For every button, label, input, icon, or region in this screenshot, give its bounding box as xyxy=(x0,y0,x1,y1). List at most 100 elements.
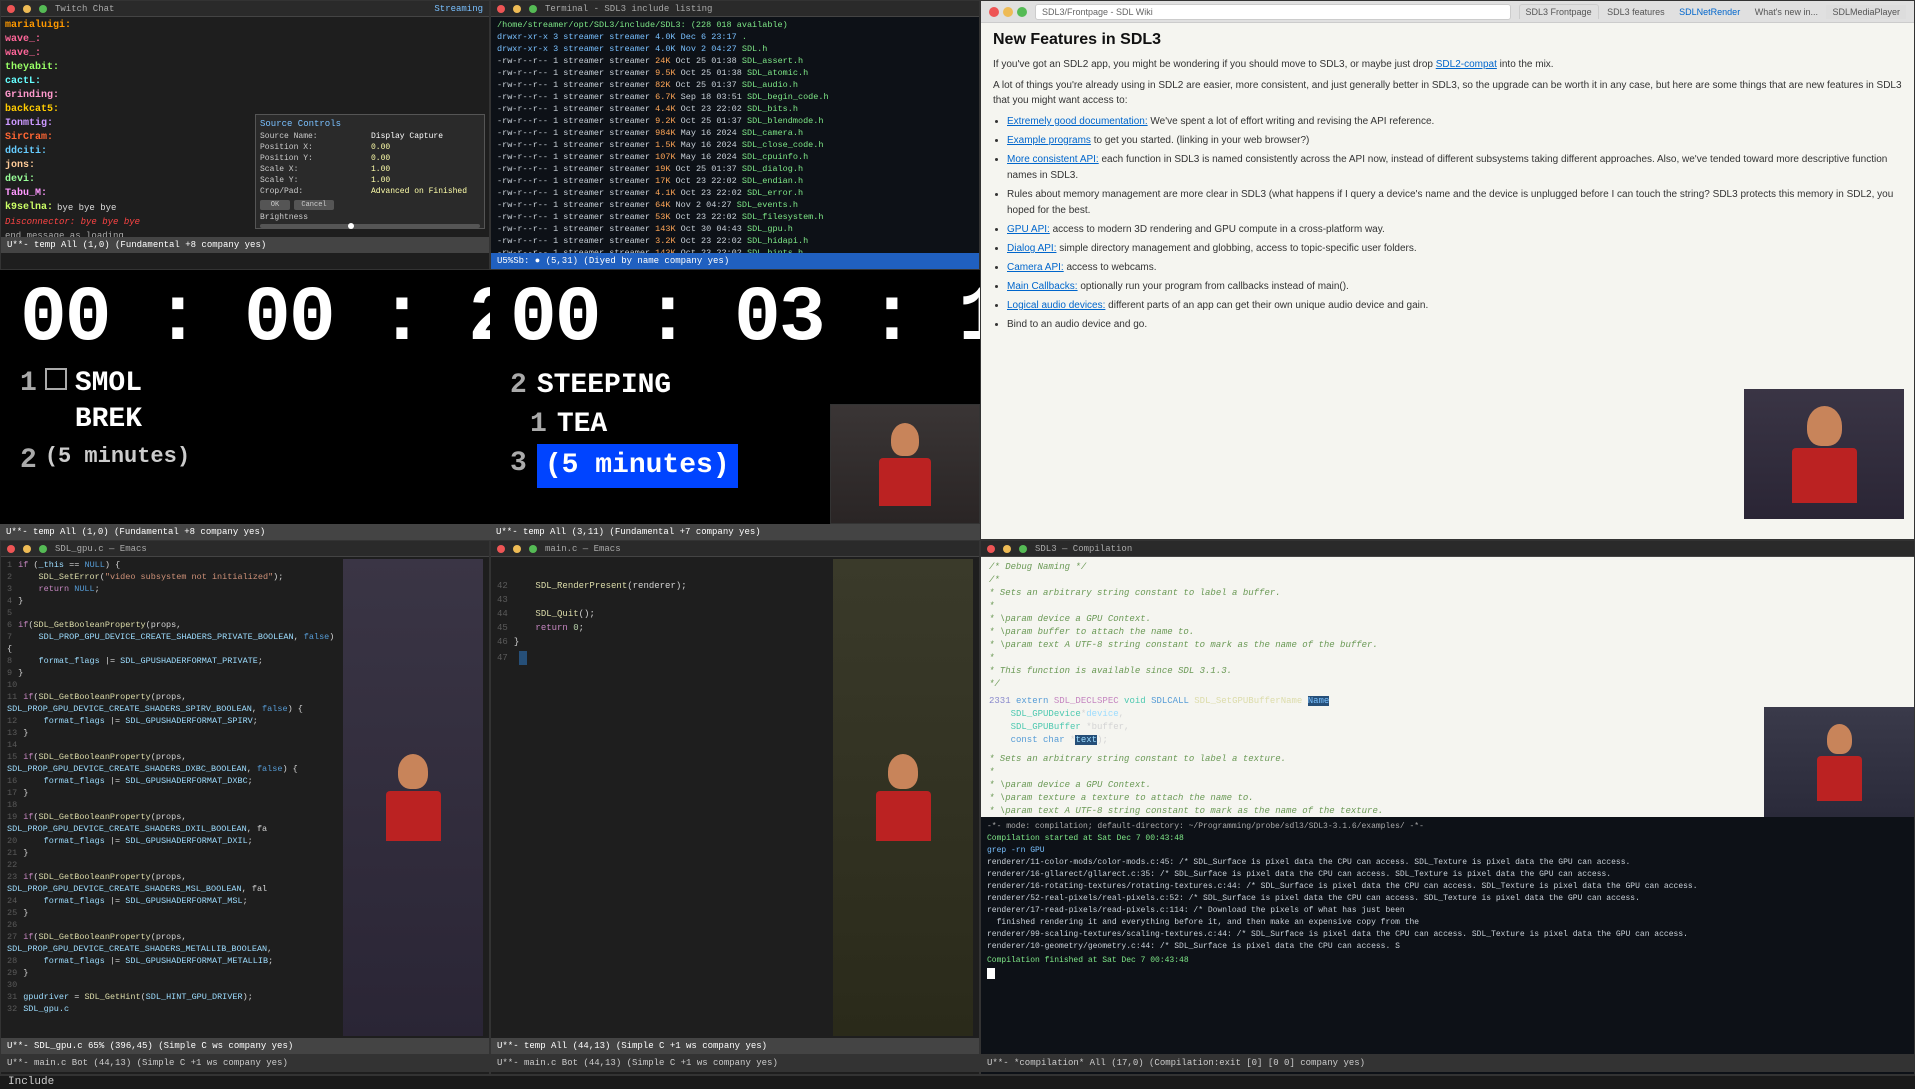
chat-message xyxy=(51,187,56,201)
code-line: 23if(SDL_GetBooleanProperty(props, SDL_P… xyxy=(7,871,343,895)
code-line: 30 xyxy=(7,979,343,991)
list-item: More consistent API: each function in SD… xyxy=(1007,152,1902,184)
docs-link[interactable]: More consistent API: xyxy=(1007,154,1099,165)
person-tr xyxy=(879,423,931,506)
camera-api-link[interactable]: Camera API: xyxy=(1007,262,1064,273)
chat-username: marialuigi: xyxy=(5,19,71,33)
list-item: end message as loading xyxy=(5,229,485,237)
tr-status: U**- temp All (3,11) (Fundamental +7 com… xyxy=(496,527,761,537)
person-body-bm xyxy=(876,791,931,841)
docs-intro: If you've got an SDL2 app, you might be … xyxy=(993,57,1902,72)
tr-num1: 2 xyxy=(510,366,527,405)
compile-line: renderer/99-scaling-textures/scaling-tex… xyxy=(987,929,1908,941)
docs-panel: SDL3/Frontpage - SDL Wiki SDL3 Frontpage… xyxy=(980,0,1915,540)
main-callbacks-link[interactable]: Main Callbacks: xyxy=(1007,281,1078,292)
tr-row1: 2 STEEPING xyxy=(510,366,960,405)
docs-code-view[interactable]: /* Debug Naming */ /* * Sets an arbitrar… xyxy=(981,557,1914,817)
chat-modeline: U**- temp All (1,0) (Fundamental +8 comp… xyxy=(1,237,489,253)
compile-line: renderer/52-real-pixels/real-pixels.c:52… xyxy=(987,893,1908,905)
code-line: 25} xyxy=(7,907,343,919)
browser-dots xyxy=(989,7,1027,17)
code-line: 27if(SDL_GetBooleanProperty(props, SDL_P… xyxy=(7,931,343,955)
browser-url-bar[interactable]: SDL3/Frontpage - SDL Wiki xyxy=(1035,4,1511,20)
list-item: Extremely good documentation: We've spen… xyxy=(1007,114,1902,130)
code-line: 9} xyxy=(7,667,343,679)
person-head-bm xyxy=(888,754,918,789)
sdl2compat-link[interactable]: SDL2-compat xyxy=(1436,59,1497,70)
chat-message xyxy=(39,173,44,187)
obs-pos-x: 0.00 xyxy=(371,143,480,152)
obs-controls: Source Name:Display Capture Position X:0… xyxy=(260,132,480,196)
todo-display: 1 SMOL BREK 2 (5 minutes) xyxy=(20,366,470,479)
todo-n1: 1 xyxy=(20,366,37,402)
obs-ok-button[interactable]: OK xyxy=(260,200,290,210)
compile-line: renderer/16-gllarect/gllarect.c:35: /* S… xyxy=(987,869,1908,881)
browser-min[interactable] xyxy=(1003,7,1013,17)
brightness-slider[interactable] xyxy=(260,224,480,228)
code-line: 4} xyxy=(7,595,343,607)
code-line: 13} xyxy=(7,727,343,739)
bottom-left-header: SDL_gpu.c — Emacs xyxy=(1,541,489,557)
bottom-mid-content[interactable]: 42 SDL_RenderPresent(renderer); 43 44 SD… xyxy=(491,557,979,1038)
webcam-tr-feed xyxy=(831,405,979,523)
compile-line: renderer/17-read-pixels/read-pixels.c:11… xyxy=(987,905,1908,917)
timer-left-overlay: 00 : 00 : 27 1 SMOL BREK 2 (5 minutes) U… xyxy=(0,270,490,540)
code-comment: * \param device a GPU Context. xyxy=(989,613,1906,626)
bottom-left-content[interactable]: 1if (_this == NULL) { 2 SDL_SetError("vi… xyxy=(1,557,489,1038)
webcam-timer-right xyxy=(830,404,980,524)
code-line: 10 xyxy=(7,679,343,691)
compile-finished: Compilation finished at Sat Dec 7 00:43:… xyxy=(987,955,1908,967)
term-line: -rw-r--r-- 1 streamer streamer 9.5K Oct … xyxy=(497,67,973,79)
tr-text2: TEA xyxy=(557,405,607,444)
browser-tab[interactable]: SDLNetRender xyxy=(1673,5,1746,19)
term-line: -rw-r--r-- 1 streamer streamer 53K Oct 2… xyxy=(497,211,973,223)
code-line: 24 format_flags |= SDL_GPUSHADERFORMAT_M… xyxy=(7,895,343,907)
chat-panel: Twitch Chat Streaming marialuigi: wave_:… xyxy=(0,0,490,270)
term-line: -rw-r--r-- 1 streamer streamer 984K May … xyxy=(497,127,973,139)
browser-tab[interactable]: SDLMediaPlayer xyxy=(1826,5,1906,19)
docs-link[interactable]: Example programs xyxy=(1007,135,1091,146)
docs-title: New Features in SDL3 xyxy=(993,31,1902,49)
obs-cancel-button[interactable]: Cancel xyxy=(294,200,334,210)
browser-close[interactable] xyxy=(989,7,999,17)
logical-audio-link[interactable]: Logical audio devices: xyxy=(1007,300,1105,311)
obs-scale-y: 1.00 xyxy=(371,176,480,185)
bottom-mid-info: U**- main.c Bot (44,13) (Simple C +1 ws … xyxy=(497,1058,778,1068)
code-line: 1if (_this == NULL) { xyxy=(7,559,343,571)
smol-text: SMOL xyxy=(75,366,142,402)
docs-link[interactable]: Extremely good documentation: xyxy=(1007,116,1148,127)
code-line: 15if(SDL_GetBooleanProperty(props, SDL_P… xyxy=(7,751,343,775)
list-item: wave_: xyxy=(5,47,485,61)
bottom-left-modeline: U**- SDL_gpu.c 65% (396,45) (Simple C ws… xyxy=(1,1038,489,1054)
list-item: Bind to an audio device and go. xyxy=(1007,317,1902,333)
obs-pos-y: 0.00 xyxy=(371,154,480,163)
term-line: -rw-r--r-- 1 streamer streamer 19K Oct 2… xyxy=(497,163,973,175)
chat-username: wave_: xyxy=(5,47,41,61)
chat-username: Tabu_M: xyxy=(5,187,47,201)
obs-brightness: Brightness xyxy=(260,213,480,228)
dialog-api-link[interactable]: Dialog API: xyxy=(1007,243,1056,254)
webcam-feed-bl xyxy=(343,559,483,1036)
chat-message xyxy=(45,33,50,47)
code-comment: * \param text A UTF-8 string constant to… xyxy=(989,639,1906,652)
code-line: 19if(SDL_GetBooleanProperty(props, SDL_P… xyxy=(7,811,343,835)
gpu-api-link[interactable]: GPU API: xyxy=(1007,224,1050,235)
chat-username: theyabit: xyxy=(5,61,59,75)
code-line: 32SDL_gpu.c xyxy=(7,1003,343,1015)
docs-browser-bar: SDL3/Frontpage - SDL Wiki SDL3 Frontpage… xyxy=(981,1,1914,23)
code-line: 3 return NULL; xyxy=(7,583,343,595)
code-line: 43 xyxy=(497,593,833,607)
obs-button-row: OK Cancel xyxy=(260,200,480,210)
list-item: cactL: xyxy=(5,75,485,89)
terminal-content[interactable]: /home/streamer/opt/SDL3/include/SDL3: (2… xyxy=(491,17,979,253)
person-body-tr xyxy=(879,458,931,506)
compile-output-panel[interactable]: -*- mode: compilation; default-directory… xyxy=(981,817,1914,1054)
code-line: 17} xyxy=(7,787,343,799)
browser-tab[interactable]: SDL3 features xyxy=(1601,5,1671,19)
browser-tab[interactable]: What's new in... xyxy=(1749,5,1824,19)
browser-tab-active[interactable]: SDL3 Frontpage xyxy=(1519,4,1599,19)
browser-max[interactable] xyxy=(1017,7,1027,17)
code-text-area: 1if (_this == NULL) { 2 SDL_SetError("vi… xyxy=(7,559,343,1036)
chat-message xyxy=(45,75,50,89)
chat-message xyxy=(57,131,62,145)
